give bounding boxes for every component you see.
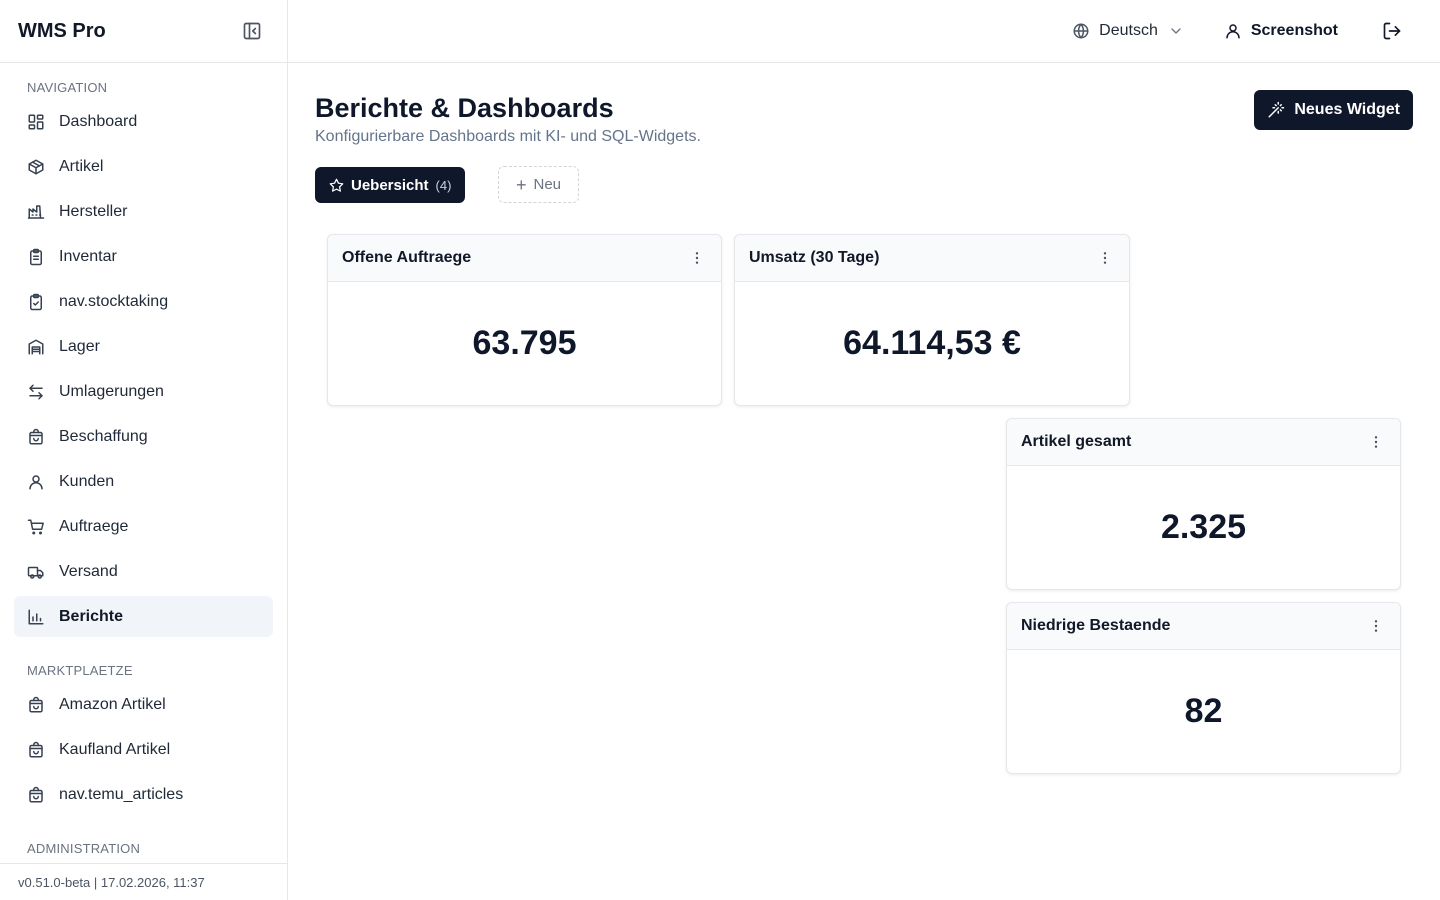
topbar: Deutsch Screenshot [288, 0, 1440, 63]
sidebar-item-umlagerungen[interactable]: Umlagerungen [14, 371, 273, 412]
logout-icon[interactable] [1382, 21, 1402, 41]
more-vertical-icon[interactable] [687, 248, 707, 268]
more-vertical-icon[interactable] [1095, 248, 1115, 268]
widget-header: Artikel gesamt [1007, 419, 1400, 466]
sidebar-item-amazon-artikel[interactable]: Amazon Artikel [14, 684, 273, 725]
package-icon [27, 158, 45, 176]
shopping-bag-icon [27, 741, 45, 759]
sidebar-item-label: Versand [59, 562, 118, 580]
more-vertical-icon[interactable] [1366, 432, 1386, 452]
widget-header: Umsatz (30 Tage) [735, 235, 1129, 282]
widget-title: Umsatz (30 Tage) [749, 249, 880, 266]
chevron-down-icon [1168, 23, 1184, 39]
user-icon [27, 473, 45, 491]
new-widget-button[interactable]: Neues Widget [1254, 90, 1413, 130]
truck-icon [27, 563, 45, 581]
widget-card: Offene Auftraege 63.795 [327, 234, 722, 406]
layout-grid-icon [27, 113, 45, 131]
user-icon [1224, 22, 1242, 40]
sidebar-item-auftraege[interactable]: Auftraege [14, 506, 273, 547]
section-title-administration: ADMINISTRATION [27, 841, 141, 856]
widget-title: Artikel gesamt [1021, 433, 1132, 450]
shopping-bag-icon [27, 786, 45, 804]
tab-uebersicht[interactable]: Uebersicht (4) [315, 167, 466, 203]
version-info: v0.51.0-beta | 17.02.2026, 11:37 [0, 863, 287, 900]
sidebar-item-label: Hersteller [59, 202, 128, 220]
warehouse-icon [27, 338, 45, 356]
sidebar-item-label: Amazon Artikel [59, 695, 166, 713]
plus-icon: + [515, 174, 527, 195]
sidebar-item-label: Kunden [59, 472, 115, 490]
tab-label: Uebersicht [351, 176, 429, 194]
user-menu[interactable]: Screenshot [1224, 22, 1338, 40]
sidebar-item-beschaffung[interactable]: Beschaffung [14, 416, 273, 457]
sidebar-item-inventar[interactable]: Inventar [14, 236, 273, 277]
shopping-bag-icon [27, 696, 45, 714]
user-name: Screenshot [1250, 22, 1338, 39]
widget-card: Umsatz (30 Tage) 64.114,53 € [734, 234, 1130, 406]
sidebar-nav: NAVIGATION Dashboard Artikel Hersteller … [0, 64, 287, 863]
sidebar-item-kaufland-artikel[interactable]: Kaufland Artikel [14, 729, 273, 770]
sidebar-item-label: Lager [59, 337, 100, 355]
language-selector[interactable]: Deutsch [1072, 22, 1184, 40]
sidebar-header: WMS Pro [0, 0, 287, 63]
sidebar-item-kunden[interactable]: Kunden [14, 461, 273, 502]
factory-icon [27, 203, 45, 221]
sidebar-item-artikel[interactable]: Artikel [14, 146, 273, 187]
clipboard-check-icon [27, 293, 45, 311]
tab-count: (4) [435, 177, 452, 193]
widget-header: Niedrige Bestaende [1007, 603, 1400, 650]
sidebar-item-versand[interactable]: Versand [14, 551, 273, 592]
sidebar-item-label: Inventar [59, 247, 117, 265]
more-vertical-icon[interactable] [1366, 616, 1386, 636]
widget-value: 2.325 [1160, 508, 1247, 546]
sidebar-item-label: Berichte [59, 607, 124, 625]
globe-icon [1072, 22, 1090, 40]
shopping-cart-icon [27, 518, 45, 536]
magic-wand-icon [1267, 101, 1285, 119]
sidebar-item-label: Kaufland Artikel [59, 740, 171, 758]
sidebar-item-lager[interactable]: Lager [14, 326, 273, 367]
widget-card: Artikel gesamt 2.325 [1006, 418, 1401, 590]
widget-title: Niedrige Bestaende [1021, 617, 1171, 634]
sidebar-item-label: Auftraege [59, 517, 129, 535]
widget-header: Offene Auftraege [328, 235, 721, 282]
widget-value: 64.114,53 € [843, 324, 1021, 362]
new-dashboard-button[interactable]: + Neu [498, 166, 579, 203]
widget-card: Niedrige Bestaende 82 [1006, 602, 1401, 774]
bar-chart-icon [27, 608, 45, 626]
sidebar-item-label: Umlagerungen [59, 382, 164, 400]
sidebar-item-stocktaking[interactable]: nav.stocktaking [14, 281, 273, 322]
widget-title: Offene Auftraege [342, 249, 472, 266]
sidebar-item-dashboard[interactable]: Dashboard [14, 101, 273, 142]
sidebar-item-hersteller[interactable]: Hersteller [14, 191, 273, 232]
sidebar-item-label: Dashboard [59, 112, 138, 130]
arrow-left-right-icon [27, 383, 45, 401]
sidebar: WMS Pro NAVIGATION Dashboard Artikel Her… [0, 0, 288, 900]
main-content: Berichte & Dashboards Konfigurierbare Da… [288, 63, 1440, 900]
section-title-navigation: NAVIGATION [27, 80, 108, 95]
new-widget-label: Neues Widget [1294, 101, 1400, 118]
widget-value: 82 [1184, 692, 1223, 730]
app-title: WMS Pro [18, 19, 106, 42]
widget-value: 63.795 [472, 324, 577, 362]
sidebar-item-berichte[interactable]: Berichte [14, 596, 273, 637]
shopping-bag-icon [27, 428, 45, 446]
sidebar-item-label: nav.stocktaking [59, 292, 169, 310]
new-dashboard-label: Neu [533, 176, 562, 193]
clipboard-list-icon [27, 248, 45, 266]
page-subtitle: Konfigurierbare Dashboards mit KI- und S… [315, 128, 701, 145]
sidebar-item-label: Artikel [59, 157, 104, 175]
star-icon [329, 178, 344, 193]
sidebar-item-label: Beschaffung [59, 427, 148, 445]
sidebar-collapse-icon[interactable] [241, 20, 263, 42]
sidebar-item-label: nav.temu_articles [59, 785, 184, 803]
section-title-marktplaetze: MARKTPLAETZE [27, 663, 133, 678]
language-label: Deutsch [1099, 22, 1158, 39]
page-title: Berichte & Dashboards [315, 93, 614, 123]
sidebar-item-temu-articles[interactable]: nav.temu_articles [14, 774, 273, 815]
